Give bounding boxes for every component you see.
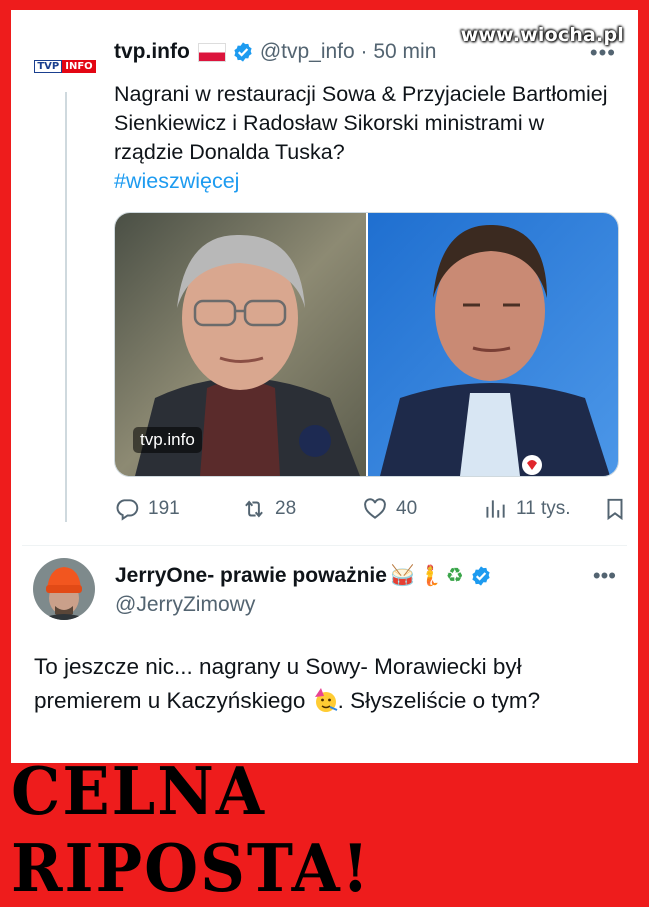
tweet1-header: tvp.info @tvp_info · 50 min [114, 40, 436, 64]
tvp-logo-right: INFO [62, 59, 96, 73]
retweet-button[interactable]: 28 [241, 496, 296, 522]
thread-line [65, 92, 67, 522]
tvp-logo: TVP INFO [34, 59, 96, 73]
tweet2-handle[interactable]: @JerryZimowy [115, 593, 255, 617]
media-watermark-label: tvp.info [133, 427, 202, 453]
tweet1-handle-time[interactable]: @tvp_info · 50 min [260, 40, 437, 64]
poland-flag-icon [197, 42, 226, 62]
tweet1-text-main: Nagrani w restauracji Sowa & Przyjaciele… [114, 82, 608, 164]
tweet2-text-part2: . Słyszeliście o tym? [337, 688, 541, 713]
views-icon [486, 500, 505, 518]
jerry-avatar[interactable] [33, 558, 95, 620]
tweet1-media[interactable]: tvp.info [114, 212, 619, 477]
bookmark-icon [607, 498, 623, 521]
tvp-avatar[interactable]: TVP INFO [34, 54, 96, 78]
tvp-logo-left: TVP [34, 59, 63, 73]
like-icon [364, 498, 386, 519]
caption-banner-text: CELNA RIPOSTA! [11, 753, 371, 907]
tweet1-author-name[interactable]: tvp.info [114, 40, 190, 64]
retweet-icon [245, 500, 263, 518]
caption-banner: CELNA RIPOSTA! [11, 753, 638, 906]
reply-button[interactable]: 191 [114, 496, 180, 522]
like-button[interactable]: 40 [362, 496, 417, 522]
party-face-emoji [314, 688, 338, 712]
reply-icon [116, 499, 139, 521]
recycle-emoji: ♻ [445, 565, 464, 587]
drum-emoji: 🥁 [389, 565, 415, 587]
like-count: 40 [396, 498, 418, 519]
tweet2-header: JerryOne- prawie poważnie 🥁 🧜 ♻ [115, 563, 492, 588]
tweet2-text: To jeszcze nic... nagrany u Sowy- Morawi… [34, 650, 624, 718]
verified-badge-icon [234, 42, 252, 62]
tweet1-hashtag-link[interactable]: #wieszwięcej [114, 167, 614, 196]
verified-badge-icon [472, 565, 490, 586]
tweet-divider [22, 545, 627, 546]
mermaid-emoji: 🧜 [417, 565, 443, 587]
tweet-card: www.wiocha.pl TVP INFO tvp.info @tvp_inf… [11, 10, 638, 763]
watermark: www.wiocha.pl [460, 24, 624, 46]
tweet2-more-icon[interactable]: ••• [593, 563, 616, 589]
bookmark-button[interactable] [602, 496, 636, 522]
views-count: 11 tys. [516, 498, 571, 519]
tweet1-text: Nagrani w restauracji Sowa & Przyjaciele… [114, 80, 614, 196]
tweet2-author-name[interactable]: JerryOne- prawie poważnie [115, 564, 387, 588]
reply-count: 191 [148, 498, 180, 519]
tweet1-actions: 191 28 40 11 tys. [114, 496, 624, 526]
retweet-count: 28 [275, 498, 297, 519]
avatar-image [33, 558, 95, 620]
views-button[interactable]: 11 tys. [482, 496, 571, 522]
